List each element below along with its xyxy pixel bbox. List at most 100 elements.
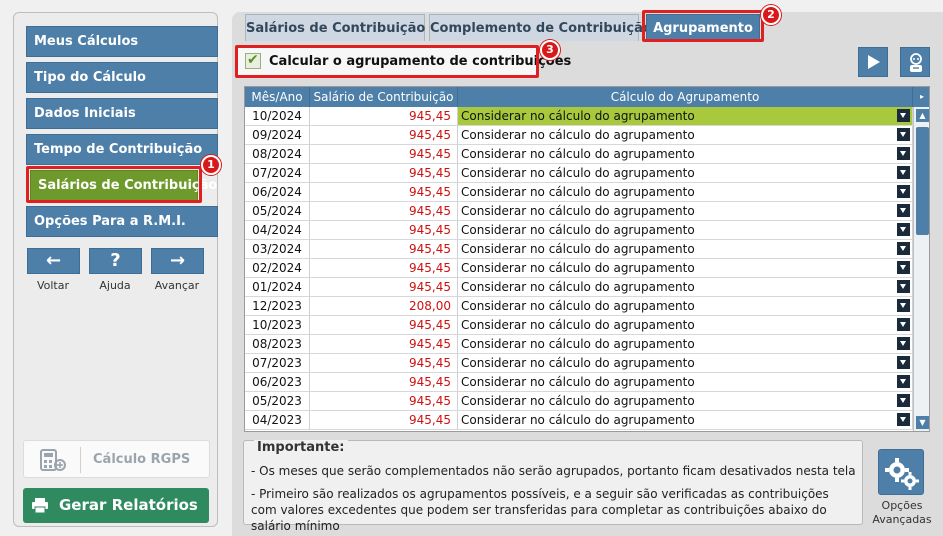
cell-grouping-select[interactable]: Considerar no cálculo do agrupamento bbox=[458, 335, 913, 353]
cell-grouping-select[interactable]: Considerar no cálculo do agrupamento bbox=[458, 354, 913, 372]
check-icon: ✔ bbox=[247, 52, 259, 68]
tab-complemento-de-contribuicao[interactable]: Complemento de Contribuição bbox=[429, 14, 652, 41]
table-row[interactable]: 07/2023 945,45 Considerar no cálculo do ag… bbox=[245, 354, 913, 373]
scroll-down-icon[interactable]: ▼ bbox=[916, 416, 929, 429]
dropdown-arrow-icon[interactable] bbox=[897, 185, 910, 198]
sidebar-item-opcoes-rmi[interactable]: Opções Para a R.M.I. bbox=[26, 206, 218, 237]
dropdown-arrow-icon[interactable] bbox=[897, 223, 910, 236]
cell-salary[interactable]: 945,45 bbox=[310, 183, 458, 201]
sidebar-item-dados-iniciais[interactable]: Dados Iniciais bbox=[26, 98, 218, 129]
generate-reports-button[interactable]: Gerar Relatórios bbox=[23, 488, 209, 523]
cell-salary[interactable]: 945,45 bbox=[310, 145, 458, 163]
dropdown-arrow-icon[interactable] bbox=[897, 375, 910, 388]
column-header-grouping[interactable]: Cálculo do Agrupamento bbox=[458, 87, 913, 107]
cell-month: 06/2024 bbox=[245, 183, 310, 201]
dropdown-arrow-icon[interactable] bbox=[897, 337, 910, 350]
sidebar-item-tipo-do-calculo[interactable]: Tipo do Cálculo bbox=[26, 62, 218, 93]
sidebar-item-tempo-de-contribuicao[interactable]: Tempo de Contribuição bbox=[26, 134, 218, 165]
cell-salary[interactable]: 945,45 bbox=[310, 107, 458, 125]
dropdown-arrow-icon[interactable] bbox=[897, 318, 910, 331]
cell-grouping-select[interactable]: Considerar no cálculo do agrupamento bbox=[458, 392, 913, 410]
cell-salary[interactable]: 945,45 bbox=[310, 392, 458, 410]
table-row[interactable]: 10/2023 945,45 Considerar no cálculo do ag… bbox=[245, 316, 913, 335]
cell-salary[interactable]: 945,45 bbox=[310, 278, 458, 296]
advanced-options-button[interactable] bbox=[878, 449, 924, 495]
vertical-scrollbar[interactable]: ▲ ▼ bbox=[913, 107, 929, 431]
table-row[interactable]: 02/2024 945,45 Considerar no cálculo do ag… bbox=[245, 259, 913, 278]
table-row[interactable]: 06/2024 945,45 Considerar no cálculo do ag… bbox=[245, 183, 913, 202]
table-row[interactable]: 10/2024 945,45 Considerar no cálculo do ag… bbox=[245, 107, 913, 126]
cell-salary[interactable]: 208,00 bbox=[310, 297, 458, 315]
cell-grouping-select[interactable]: Considerar no cálculo do agrupamento bbox=[458, 164, 913, 182]
dropdown-arrow-icon[interactable] bbox=[897, 166, 910, 179]
calculate-grouping-checkbox[interactable]: ✔ bbox=[245, 52, 261, 69]
cell-grouping-select[interactable]: Considerar no cálculo do agrupamento bbox=[458, 126, 913, 144]
dropdown-arrow-icon[interactable] bbox=[897, 242, 910, 255]
dropdown-arrow-icon[interactable] bbox=[897, 147, 910, 160]
back-button[interactable]: ← bbox=[27, 248, 80, 274]
dropdown-arrow-icon[interactable] bbox=[897, 356, 910, 369]
dropdown-arrow-icon[interactable] bbox=[897, 261, 910, 274]
table-row[interactable]: 12/2023 208,00 Considerar no cálculo do ag… bbox=[245, 297, 913, 316]
cell-salary[interactable]: 945,45 bbox=[310, 373, 458, 391]
cell-grouping-select[interactable]: Considerar no cálculo do agrupamento bbox=[458, 240, 913, 258]
table-header: Mês/Ano Salário de Contribuição Cálculo … bbox=[245, 87, 929, 107]
help-button[interactable]: ? bbox=[89, 248, 142, 274]
column-header-month[interactable]: Mês/Ano bbox=[245, 87, 310, 107]
scrollbar-thumb[interactable] bbox=[916, 127, 929, 235]
dropdown-arrow-icon[interactable] bbox=[897, 204, 910, 217]
cell-salary[interactable]: 945,45 bbox=[310, 240, 458, 258]
cell-grouping-select[interactable]: Considerar no cálculo do agrupamento bbox=[458, 107, 913, 125]
cell-grouping-select[interactable]: Considerar no cálculo do agrupamento bbox=[458, 183, 913, 201]
dropdown-arrow-icon[interactable] bbox=[897, 109, 910, 122]
cell-grouping-value: Considerar no cálculo do agrupamento bbox=[461, 413, 695, 427]
cell-grouping-select[interactable]: Considerar no cálculo do agrupamento bbox=[458, 373, 913, 391]
table-row[interactable]: 01/2024 945,45 Considerar no cálculo do ag… bbox=[245, 278, 913, 297]
dropdown-arrow-icon[interactable] bbox=[897, 299, 910, 312]
dropdown-arrow-icon[interactable] bbox=[897, 413, 910, 426]
table-row[interactable]: 07/2024 945,45 Considerar no cálculo do ag… bbox=[245, 164, 913, 183]
table-row[interactable]: 04/2024 945,45 Considerar no cálculo do ag… bbox=[245, 221, 913, 240]
table-row[interactable]: 05/2023 945,45 Considerar no cálculo do ag… bbox=[245, 392, 913, 411]
tab-salarios-de-contribuicao[interactable]: Salários de Contribuição bbox=[245, 14, 425, 41]
play-button[interactable] bbox=[858, 47, 888, 77]
sidebar-item-meus-calculos[interactable]: Meus Cálculos bbox=[26, 26, 218, 57]
cell-grouping-select[interactable]: Considerar no cálculo do agrupamento bbox=[458, 202, 913, 220]
tab-agrupamento[interactable]: Agrupamento bbox=[646, 14, 760, 41]
column-scroll-right-icon[interactable]: ▸ bbox=[913, 87, 929, 107]
cell-grouping-select[interactable]: Considerar no cálculo do agrupamento bbox=[458, 297, 913, 315]
cell-grouping-select[interactable]: Considerar no cálculo do agrupamento bbox=[458, 145, 913, 163]
cell-salary[interactable]: 945,45 bbox=[310, 335, 458, 353]
column-header-salary[interactable]: Salário de Contribuição bbox=[310, 87, 458, 107]
dropdown-arrow-icon[interactable] bbox=[897, 280, 910, 293]
cell-salary[interactable]: 945,45 bbox=[310, 202, 458, 220]
sidebar-item-salarios-de-contribuicao[interactable]: Salários de Contribuição bbox=[30, 170, 217, 201]
cell-grouping-value: Considerar no cálculo do agrupamento bbox=[461, 166, 695, 180]
cell-salary[interactable]: 945,45 bbox=[310, 316, 458, 334]
cell-salary[interactable]: 945,45 bbox=[310, 126, 458, 144]
table-row[interactable]: 09/2024 945,45 Considerar no cálculo do ag… bbox=[245, 126, 913, 145]
clear-button[interactable] bbox=[900, 47, 930, 77]
cell-grouping-select[interactable]: Considerar no cálculo do agrupamento bbox=[458, 278, 913, 296]
cell-grouping-select[interactable]: Considerar no cálculo do agrupamento bbox=[458, 316, 913, 334]
cell-month: 10/2024 bbox=[245, 107, 310, 125]
table-row[interactable]: 05/2024 945,45 Considerar no cálculo do ag… bbox=[245, 202, 913, 221]
table-row[interactable]: 08/2023 945,45 Considerar no cálculo do ag… bbox=[245, 335, 913, 354]
next-button[interactable]: → bbox=[151, 248, 204, 274]
scroll-up-icon[interactable]: ▲ bbox=[916, 109, 929, 122]
table-row[interactable]: 08/2024 945,45 Considerar no cálculo do ag… bbox=[245, 145, 913, 164]
cell-salary[interactable]: 945,45 bbox=[310, 411, 458, 429]
cell-salary[interactable]: 945,45 bbox=[310, 354, 458, 372]
table-row[interactable]: 03/2024 945,45 Considerar no cálculo do ag… bbox=[245, 240, 913, 259]
cell-salary[interactable]: 945,45 bbox=[310, 164, 458, 182]
dropdown-arrow-icon[interactable] bbox=[897, 128, 910, 141]
dropdown-arrow-icon[interactable] bbox=[897, 394, 910, 407]
info-title: Importante: bbox=[254, 440, 348, 455]
table-row[interactable]: 06/2023 945,45 Considerar no cálculo do ag… bbox=[245, 373, 913, 392]
table-row[interactable]: 04/2023 945,45 Considerar no cálculo do ag… bbox=[245, 411, 913, 430]
cell-salary[interactable]: 945,45 bbox=[310, 221, 458, 239]
cell-grouping-select[interactable]: Considerar no cálculo do agrupamento bbox=[458, 411, 913, 429]
cell-grouping-select[interactable]: Considerar no cálculo do agrupamento bbox=[458, 221, 913, 239]
cell-grouping-select[interactable]: Considerar no cálculo do agrupamento bbox=[458, 259, 913, 277]
cell-salary[interactable]: 945,45 bbox=[310, 259, 458, 277]
